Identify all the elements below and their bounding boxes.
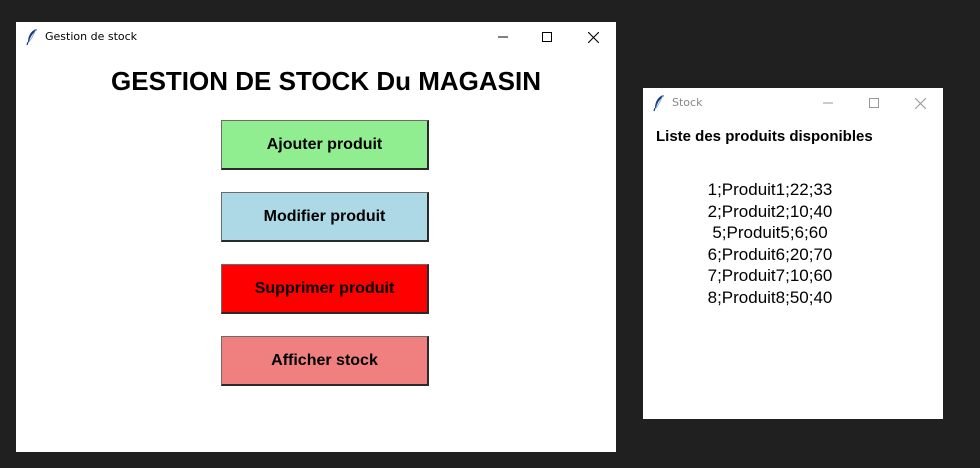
page-title: GESTION DE STOCK Du MAGASIN (111, 66, 541, 96)
list-item: 5;Produit5;6;60 (712, 223, 828, 242)
stock-window: Stock Liste des produits disponibles 1;P… (643, 88, 943, 419)
feather-icon (25, 28, 39, 46)
close-icon[interactable] (570, 22, 616, 52)
stock-list: 1;Produit1;22;33 2;Produit2;10;40 5;Prod… (643, 179, 897, 308)
list-item: 7;Produit7;10;60 (707, 266, 833, 285)
main-window: Gestion de stock GESTION DE STOCK Du MAG… (16, 22, 616, 452)
feather-icon (652, 94, 666, 112)
title-bar[interactable]: Gestion de stock (16, 22, 616, 52)
maximize-icon[interactable] (524, 22, 570, 52)
delete-product-button[interactable]: Supprimer produit (221, 264, 429, 314)
close-icon[interactable] (897, 88, 943, 118)
show-stock-button[interactable]: Afficher stock (221, 336, 429, 386)
minimize-icon[interactable] (480, 22, 526, 52)
minimize-icon[interactable] (805, 88, 851, 118)
window-title: Stock (672, 96, 703, 109)
maximize-icon[interactable] (851, 88, 897, 118)
stock-list-heading: Liste des produits disponibles (656, 128, 873, 145)
list-item: 2;Produit2;10;40 (707, 201, 833, 221)
edit-product-button[interactable]: Modifier produit (221, 192, 429, 242)
window-title: Gestion de stock (45, 30, 138, 43)
list-item: 1;Produit1;22;33 (707, 180, 833, 199)
title-bar[interactable]: Stock (643, 88, 943, 118)
list-item: 8;Produit8;50;40 (707, 287, 833, 307)
add-product-button[interactable]: Ajouter produit (221, 120, 429, 170)
list-item: 6;Produit6;20;70 (707, 244, 833, 264)
